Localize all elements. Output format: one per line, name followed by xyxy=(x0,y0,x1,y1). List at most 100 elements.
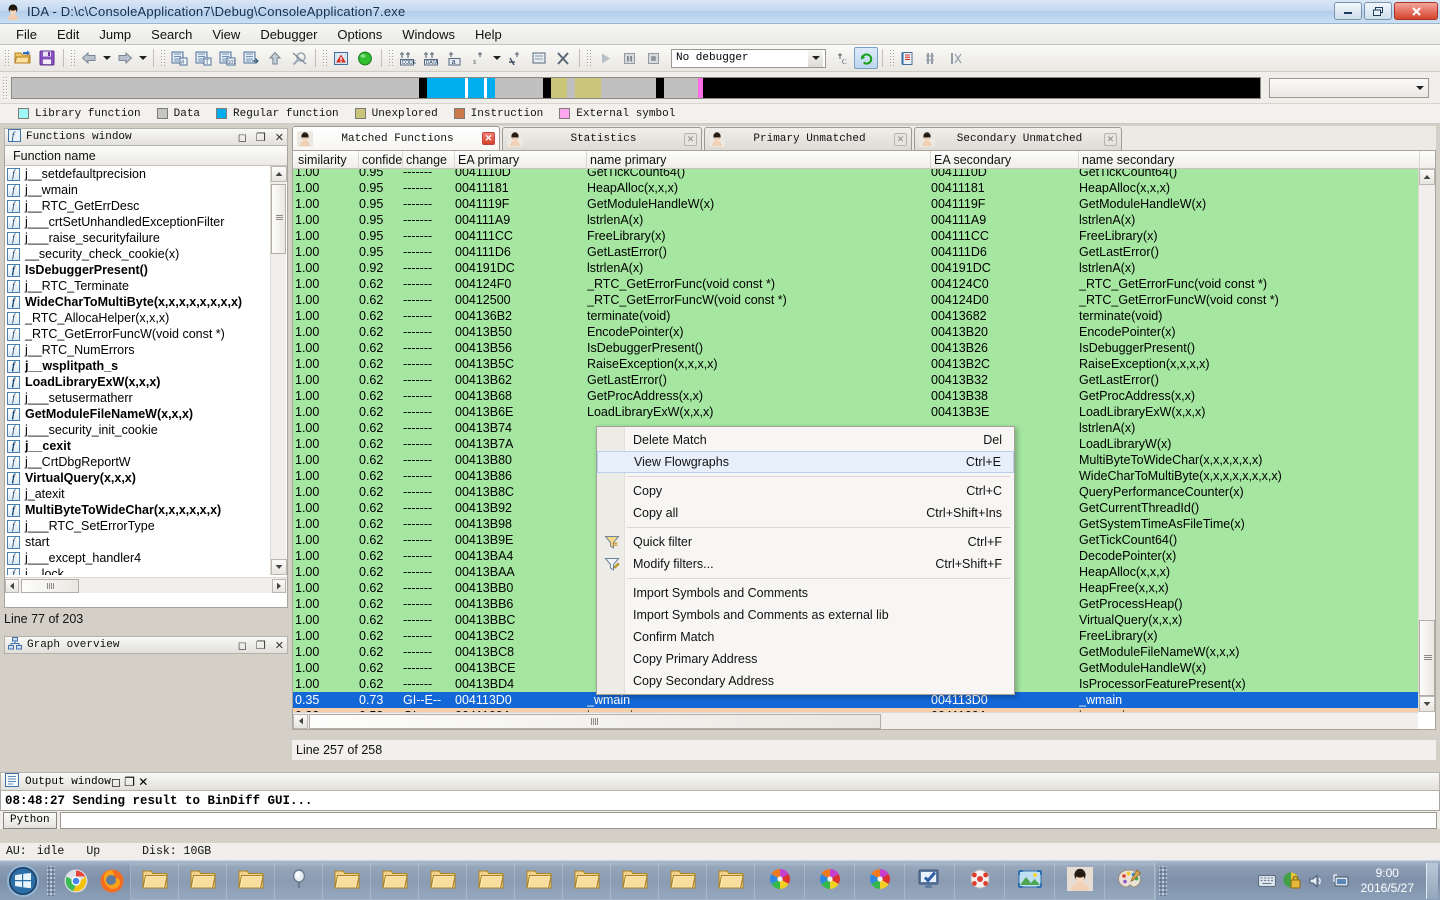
chevron-down-icon[interactable] xyxy=(1416,86,1424,90)
table-row[interactable]: 1.000.62-------00413B56IsDebuggerPresent… xyxy=(293,340,1418,356)
chrome-icon[interactable] xyxy=(58,863,94,899)
tab-close-icon[interactable]: ✕ xyxy=(1104,133,1117,146)
function-list-item[interactable]: fj__RTC_GetErrDesc xyxy=(5,198,271,214)
context-menu-item-import-symbols-and-comments-as-external-lib[interactable]: Import Symbols and Comments as external … xyxy=(597,604,1014,626)
debugger-options-icon[interactable]: C xyxy=(830,47,854,69)
taskbar-grip[interactable] xyxy=(47,866,55,896)
function-list-item[interactable]: fMultiByteToWideChar(x,x,x,x,x,x) xyxy=(5,502,271,518)
function-list-item[interactable]: fj___RTC_SetErrorType xyxy=(5,518,271,534)
context-menu-item-delete-match[interactable]: Delete MatchDel xyxy=(597,429,1014,451)
functions-list[interactable]: fj__setdefaultprecisionfj__wmainfj__RTC_… xyxy=(5,166,271,575)
function-list-item[interactable]: fj__CrtDbgReportW xyxy=(5,454,271,470)
function-list-item[interactable]: fIsDebuggerPresent() xyxy=(5,262,271,278)
debugger-select[interactable]: No debugger xyxy=(671,49,826,68)
scroll-left-icon[interactable] xyxy=(293,714,308,729)
table-context-menu[interactable]: Delete MatchDelView FlowgraphsCtrl+ECopy… xyxy=(596,426,1015,695)
forward-dropdown-icon[interactable] xyxy=(137,47,149,69)
taskbar-button-folder[interactable] xyxy=(371,863,419,899)
column-header-similarity[interactable]: similarity xyxy=(295,151,359,169)
table-horizontal-scrollbar[interactable] xyxy=(293,712,1418,729)
output-window-body[interactable]: 08:48:27 Sending result to BinDiff GUI..… xyxy=(0,791,1440,811)
make-code-icon[interactable]: CODE xyxy=(395,47,419,69)
make-data-icon[interactable]: DATA xyxy=(419,47,443,69)
restore-panel-icon[interactable]: ❐ xyxy=(124,775,135,789)
pause-process-icon[interactable] xyxy=(617,47,641,69)
context-menu-item-confirm-match[interactable]: Confirm Match xyxy=(597,626,1014,648)
tray-keyboard-icon[interactable] xyxy=(1255,863,1279,899)
close-panel-icon[interactable]: ✕ xyxy=(138,775,148,789)
make-ascii-icon[interactable]: a xyxy=(443,47,467,69)
taskbar-button-paint[interactable] xyxy=(1105,863,1155,899)
taskbar-grip-2[interactable] xyxy=(1159,866,1167,896)
tab-statistics[interactable]: Statistics✕ xyxy=(502,127,702,150)
minimize-button[interactable] xyxy=(1334,2,1362,20)
context-menu-item-import-symbols-and-comments[interactable]: Import Symbols and Comments xyxy=(597,582,1014,604)
scroll-up-icon[interactable] xyxy=(1419,169,1435,185)
functions-scroll-thumb[interactable] xyxy=(271,184,286,254)
toolbar-grip-4[interactable] xyxy=(322,49,327,68)
delete-icon[interactable] xyxy=(551,47,575,69)
menu-view[interactable]: View xyxy=(202,25,250,44)
table-row[interactable]: 1.000.62-------00413B5CRaiseException(x,… xyxy=(293,356,1418,372)
taskbar-button-folder[interactable] xyxy=(563,863,611,899)
taskbar-button-folder[interactable] xyxy=(131,863,179,899)
scroll-right-icon[interactable] xyxy=(272,579,286,593)
context-menu-item-copy-primary-address[interactable]: Copy Primary Address xyxy=(597,648,1014,670)
scroll-down-icon[interactable] xyxy=(271,559,287,575)
taskbar-button-folder[interactable] xyxy=(419,863,467,899)
back-arrow-icon[interactable] xyxy=(77,47,101,69)
command-input[interactable] xyxy=(60,812,1437,829)
taskbar-clock[interactable]: 9:00 2016/5/27 xyxy=(1353,866,1422,896)
menu-file[interactable]: File xyxy=(6,25,47,44)
function-list-item[interactable]: f_RTC_AllocaHelper(x,x,x) xyxy=(5,310,271,326)
table-row[interactable]: 1.000.95-------004111A9lstrlenA(x)004111… xyxy=(293,212,1418,228)
jump-up-icon[interactable] xyxy=(263,47,287,69)
firefox-icon[interactable] xyxy=(94,863,130,899)
menu-windows[interactable]: Windows xyxy=(392,25,465,44)
function-list-item[interactable]: fj__wsplitpath_s xyxy=(5,358,271,374)
function-list-item[interactable]: fj_atexit xyxy=(5,486,271,502)
chevron-down-icon[interactable] xyxy=(808,50,823,67)
python-mode-button[interactable]: Python xyxy=(3,812,57,829)
restore-panel-icon[interactable]: ❐ xyxy=(256,641,266,652)
menu-edit[interactable]: Edit xyxy=(47,25,89,44)
function-list-item[interactable]: fstart xyxy=(5,534,271,550)
toolbar-grip-2[interactable] xyxy=(70,49,75,68)
undefine-icon[interactable] xyxy=(503,47,527,69)
taskbar-button-folder[interactable] xyxy=(227,863,275,899)
restore-panel-icon[interactable]: ❐ xyxy=(256,133,266,144)
open-file-icon[interactable] xyxy=(11,47,35,69)
taskbar-button-folder[interactable] xyxy=(323,863,371,899)
menu-jump[interactable]: Jump xyxy=(89,25,141,44)
functions-vertical-scrollbar[interactable] xyxy=(270,166,286,575)
no-search-icon[interactable] xyxy=(287,47,311,69)
menu-debugger[interactable]: Debugger xyxy=(250,25,327,44)
start-process-icon[interactable] xyxy=(593,47,617,69)
tab-close-icon[interactable]: ✕ xyxy=(894,133,907,146)
table-row[interactable]: 1.000.95-------004111D6GetLastError()004… xyxy=(293,244,1418,260)
warning-icon[interactable] xyxy=(329,47,353,69)
table-row[interactable]: 1.000.95-------0041110DGetTickCount64()0… xyxy=(293,169,1418,180)
table-row[interactable]: 1.000.62-------00413B68GetProcAddress(x,… xyxy=(293,388,1418,404)
function-list-item[interactable]: fj__lock xyxy=(5,566,271,575)
forward-arrow-icon[interactable] xyxy=(113,47,137,69)
functions-horizontal-scrollbar[interactable] xyxy=(5,577,287,593)
menu-help[interactable]: Help xyxy=(465,25,512,44)
table-scroll-thumb[interactable] xyxy=(1419,620,1435,696)
tab-primary-unmatched[interactable]: Primary Unmatched✕ xyxy=(704,127,912,150)
tab-matched-functions[interactable]: Matched Functions✕ xyxy=(292,126,500,150)
table-row[interactable]: 1.000.62-------004136B2terminate(void)00… xyxy=(293,308,1418,324)
tab-secondary-unmatched[interactable]: Secondary Unmatched✕ xyxy=(914,127,1122,150)
function-list-item[interactable]: fj__cexit xyxy=(5,438,271,454)
taskbar-button-folder[interactable] xyxy=(179,863,227,899)
taskbar-button-folder[interactable] xyxy=(611,863,659,899)
close-panel-icon[interactable]: ✕ xyxy=(275,641,284,652)
maximize-panel-icon[interactable]: ◻ xyxy=(111,775,121,789)
taskbar-button-search[interactable] xyxy=(275,863,323,899)
tray-network-icon[interactable] xyxy=(1329,863,1353,899)
column-header-name-secondary[interactable]: name secondary xyxy=(1079,151,1420,169)
function-list-item[interactable]: fj___security_init_cookie xyxy=(5,422,271,438)
back-dropdown-icon[interactable] xyxy=(101,47,113,69)
tab-close-icon[interactable]: ✕ xyxy=(684,133,697,146)
taskbar-button-pinwheel[interactable] xyxy=(805,863,855,899)
